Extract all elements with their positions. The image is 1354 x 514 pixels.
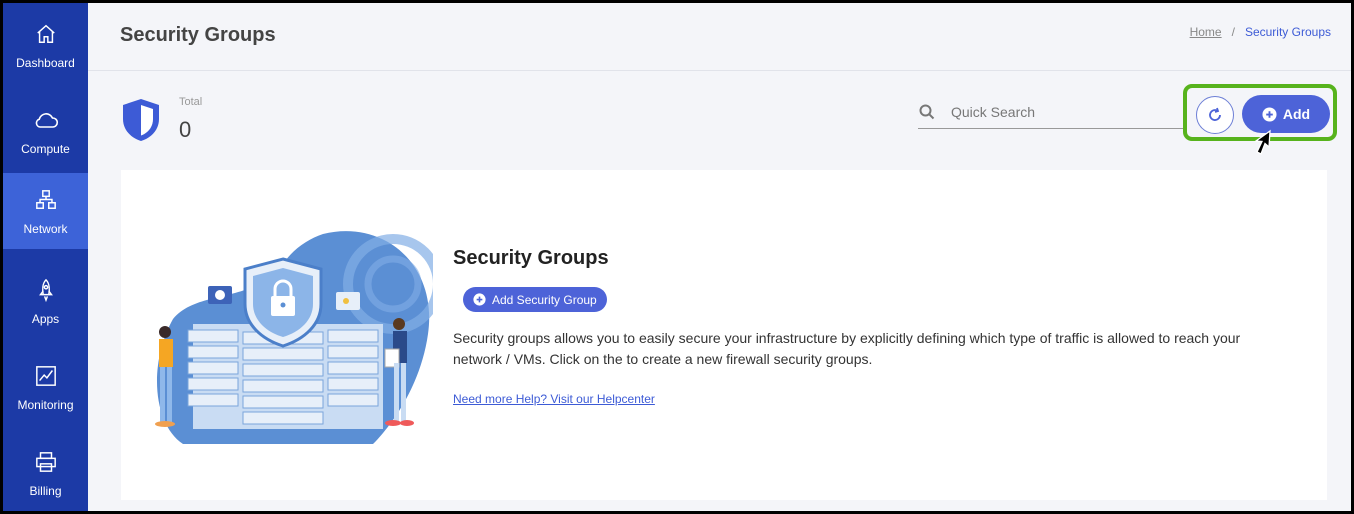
empty-state-description: Security groups allows you to easily sec… (453, 330, 1241, 367)
sidebar-item-apps[interactable]: Apps (3, 259, 88, 343)
sidebar-item-billing[interactable]: Billing (3, 431, 88, 511)
home-icon (33, 21, 59, 47)
network-icon (33, 187, 59, 213)
helpcenter-link[interactable]: Need more Help? Visit our Helpcenter (453, 392, 655, 406)
sidebar-item-monitoring[interactable]: Monitoring (3, 345, 88, 429)
add-button[interactable]: Add (1242, 95, 1330, 133)
sidebar-item-compute[interactable]: Compute (3, 89, 88, 173)
breadcrumb: Home / Security Groups (1190, 25, 1331, 39)
security-illustration (155, 231, 433, 444)
printer-icon (33, 449, 59, 475)
app-frame: Dashboard Compute Network Apps Monitorin… (3, 3, 1351, 511)
cloud-icon (33, 107, 59, 133)
sidebar-item-label: Dashboard (16, 55, 75, 70)
rocket-icon (33, 277, 59, 303)
sidebar: Dashboard Compute Network Apps Monitorin… (3, 3, 88, 511)
total-count: 0 (179, 117, 192, 142)
sidebar-item-label: Monitoring (17, 397, 74, 412)
add-security-group-label: Add Security Group (492, 292, 597, 307)
sidebar-item-network[interactable]: Network (3, 173, 88, 249)
plus-circle-icon (473, 293, 486, 306)
breadcrumb-home-link[interactable]: Home (1190, 25, 1222, 39)
page-title: Security Groups (120, 24, 276, 46)
mouse-cursor-icon (1254, 129, 1271, 155)
quick-search (918, 96, 1186, 129)
sidebar-item-label: Compute (21, 141, 70, 156)
empty-state-card: Security Groups Add Security Group Secur… (121, 170, 1327, 500)
shield-icon (123, 99, 159, 141)
refresh-button[interactable] (1196, 96, 1234, 134)
breadcrumb-current: Security Groups (1244, 25, 1331, 39)
sidebar-item-label: Apps (31, 311, 60, 326)
total-label: Total (179, 96, 203, 108)
add-security-group-button[interactable]: Add Security Group (463, 287, 607, 312)
breadcrumb-separator: / (1231, 25, 1235, 39)
chart-line-icon (33, 363, 59, 389)
refresh-icon (1209, 107, 1221, 121)
search-icon (919, 104, 935, 120)
sidebar-item-label: Billing (29, 483, 62, 498)
add-button-label: Add (1282, 106, 1311, 122)
page-header: Security Groups Home / Security Groups (88, 3, 1351, 71)
empty-state-title: Security Groups (453, 247, 609, 269)
plus-circle-icon (1262, 106, 1277, 122)
sidebar-item-dashboard[interactable]: Dashboard (3, 3, 88, 87)
sidebar-item-label: Network (23, 221, 68, 236)
search-input[interactable] (951, 104, 1171, 120)
